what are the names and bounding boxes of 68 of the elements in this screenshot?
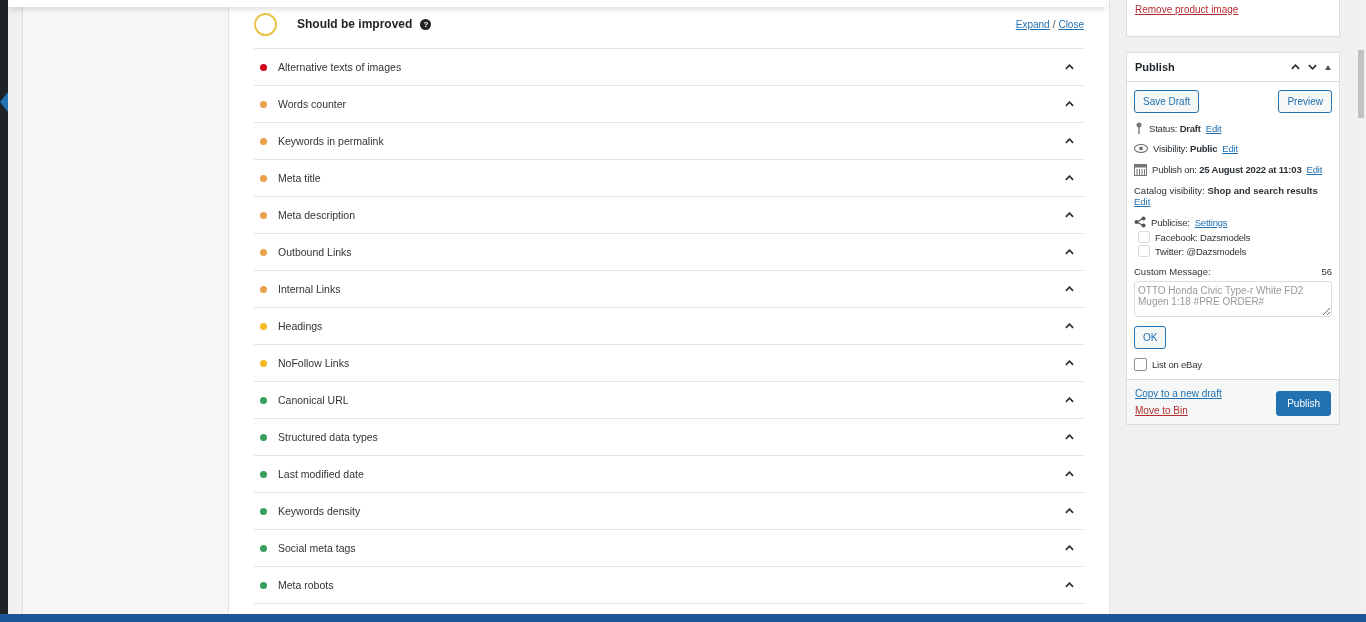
check-label[interactable]: Meta title: [278, 172, 321, 184]
check-label[interactable]: Alternative texts of images: [278, 61, 402, 73]
check-label[interactable]: Words counter: [278, 98, 347, 110]
message-field[interactable]: OTTO Honda Civic Type-r White FD2 Mugen 1:18 #PRE ORDER#: [1134, 281, 1332, 317]
checkbox[interactable]: [1134, 358, 1147, 371]
caret-icon[interactable]: [1065, 138, 1074, 144]
checkbox-label: List on eBay: [1152, 359, 1202, 370]
help-icon[interactable]: ?: [420, 18, 432, 30]
edit-link[interactable]: Edit: [1134, 196, 1151, 207]
panel-title: Publish: [1135, 61, 1175, 73]
eye-icon: [1134, 144, 1148, 153]
caret-icon[interactable]: [1065, 508, 1074, 514]
caret-icon[interactable]: [1065, 212, 1074, 218]
scrollbar-thumb[interactable]: [1358, 50, 1364, 118]
check-label[interactable]: Meta robots: [278, 579, 334, 591]
check-label[interactable]: Keywords density: [278, 505, 361, 517]
character-count: 56: [1321, 266, 1332, 277]
check-label[interactable]: Last modified date: [278, 468, 364, 480]
share-icon: [1134, 216, 1146, 228]
visibility-text: Visibility: Public: [1153, 143, 1218, 154]
calendar-icon: [1134, 163, 1147, 176]
publish-button[interactable]: Publish: [1276, 391, 1331, 416]
caret-icon[interactable]: [1065, 323, 1074, 329]
caret-icon[interactable]: [1065, 175, 1074, 181]
collapse-arrow-icon[interactable]: [0, 92, 8, 112]
caret-icon[interactable]: [1065, 249, 1074, 255]
copy-draft-link[interactable]: Copy to a new draft: [1135, 388, 1222, 399]
edit-link[interactable]: Edit: [1205, 122, 1222, 134]
close-link[interactable]: Close: [1058, 18, 1084, 30]
move-to-bin-link[interactable]: Move to Bin: [1135, 405, 1222, 416]
check-label[interactable]: Structured data types: [278, 431, 378, 443]
account-label: Facebook: Dazsmodels: [1155, 231, 1251, 243]
caret-icon[interactable]: [1065, 64, 1074, 70]
check-label[interactable]: Meta description: [278, 209, 356, 221]
check-label[interactable]: Headings: [278, 320, 323, 332]
caret-icon[interactable]: [1065, 101, 1074, 107]
edit-link[interactable]: Edit: [1222, 143, 1238, 154]
separator: /: [1052, 18, 1056, 30]
save-draft-button[interactable]: Save Draft: [1134, 90, 1200, 113]
expand-link[interactable]: Expand: [1015, 18, 1050, 30]
score-ring: [254, 12, 277, 36]
caret-icon[interactable]: [1065, 582, 1074, 588]
toggle-arrow-icon[interactable]: [1325, 64, 1331, 70]
preview-button[interactable]: Preview: [1278, 90, 1332, 113]
check-label[interactable]: Internal Links: [278, 283, 341, 295]
caret-icon[interactable]: [1065, 397, 1074, 403]
check-label[interactable]: Social meta tags: [278, 542, 356, 554]
catalog-visibility-text: Catalog visibility: Shop and search results: [1134, 185, 1318, 196]
pin-icon: [1134, 122, 1144, 134]
remove-image-link[interactable]: Remove product image: [1135, 4, 1239, 15]
status-text: Status: Draft: [1149, 122, 1201, 134]
check-label[interactable]: Canonical URL: [278, 394, 349, 406]
custom-message-label: Custom Message:: [1134, 266, 1211, 277]
caret-icon[interactable]: [1065, 545, 1074, 551]
caret-icon[interactable]: [1065, 434, 1074, 440]
publicise-label: Publicise:: [1151, 216, 1190, 228]
settings-link[interactable]: Settings: [1194, 216, 1228, 228]
ok-button[interactable]: OK: [1134, 326, 1167, 349]
caret-icon[interactable]: [1065, 471, 1074, 477]
edit-link[interactable]: Edit: [1306, 164, 1323, 175]
check-label[interactable]: Outbound Links: [278, 246, 352, 258]
check-label[interactable]: Keywords in permalink: [278, 135, 384, 147]
publish-date-text: Publish on: 25 August 2022 at 11:03: [1152, 164, 1302, 175]
check-label[interactable]: NoFollow Links: [278, 357, 350, 369]
caret-icon[interactable]: [1065, 360, 1074, 366]
account-label: Twitter: @Dazsmodels: [1155, 245, 1247, 257]
section-title: Should be improved: [297, 17, 413, 31]
caret-icon[interactable]: [1065, 286, 1074, 292]
